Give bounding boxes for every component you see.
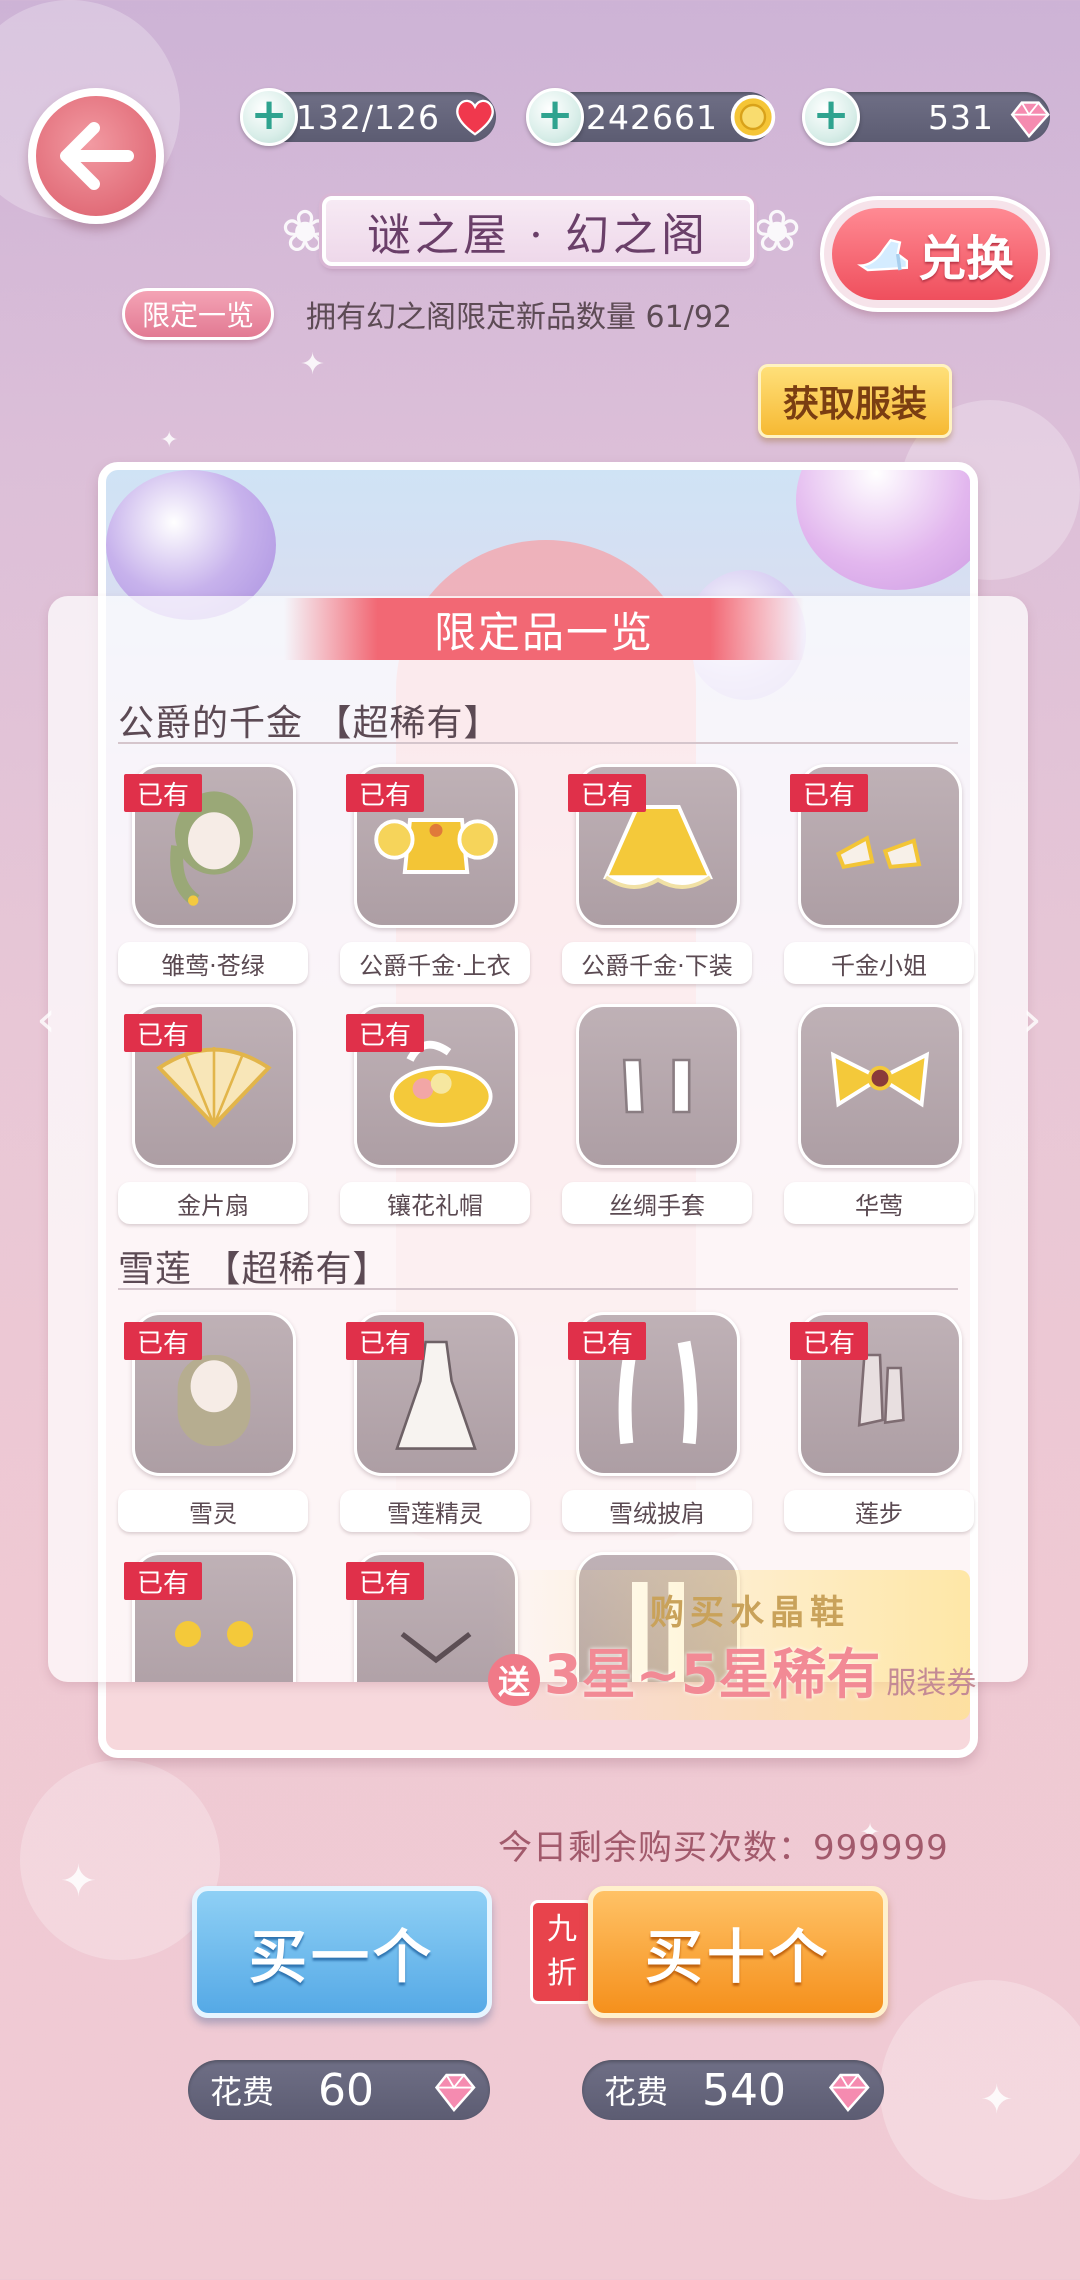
- sparkle-icon: ✦: [980, 2077, 1014, 2123]
- item-slot[interactable]: 已有 公爵千金·上衣: [340, 764, 530, 994]
- item-name: 镶花礼帽: [340, 1182, 530, 1224]
- back-button[interactable]: [28, 88, 164, 224]
- item-slot[interactable]: 已有: [118, 1552, 308, 1682]
- owned-tag: 已有: [346, 774, 424, 812]
- get-clothes-button[interactable]: 获取服装: [758, 364, 952, 438]
- owned-tag: 已有: [124, 1562, 202, 1600]
- item-name: 公爵千金·上衣: [340, 942, 530, 984]
- exchange-button[interactable]: 兑换: [820, 196, 1050, 312]
- item-slot[interactable]: 已有 镶花礼帽: [340, 1004, 530, 1234]
- gold-pill: + 242661: [526, 88, 776, 146]
- arrow-left-icon: [60, 122, 134, 190]
- item-slot[interactable]: 已有 千金小姐: [784, 764, 974, 994]
- item-name: 金片扇: [118, 1182, 308, 1224]
- stamina-value: 132/126: [295, 98, 440, 137]
- chevron-right-icon[interactable]: ›: [1022, 990, 1042, 1048]
- discount-tag: 九 折: [530, 1900, 594, 2004]
- plus-icon: +: [250, 89, 288, 140]
- item-name: 千金小姐: [784, 942, 974, 984]
- owned-tag: 已有: [790, 774, 868, 812]
- divider: [118, 742, 958, 744]
- cost-label: 花费: [604, 2073, 669, 2111]
- chevron-left-icon[interactable]: ‹: [36, 990, 56, 1048]
- page-title: 谜之屋 · 幻之阁: [322, 196, 754, 266]
- item-name: 莲步: [784, 1490, 974, 1532]
- item-name: 公爵千金·下装: [562, 942, 752, 984]
- heart-icon: [448, 90, 502, 144]
- gem-icon: [426, 2062, 482, 2118]
- promo-reward: 送 3星~5星稀有 服装券: [488, 1630, 976, 1709]
- owned-tag: 已有: [568, 1322, 646, 1360]
- add-stamina-button[interactable]: +: [240, 88, 298, 146]
- balloon-decoration: [796, 470, 970, 590]
- item-name: 雪莲精灵: [340, 1490, 530, 1532]
- limited-list-button[interactable]: 限定一览: [122, 288, 274, 340]
- item-slot[interactable]: 已有 雏莺·苍绿: [118, 764, 308, 994]
- sparkle-icon: ✦: [160, 428, 179, 453]
- item-slot[interactable]: 已有 雪绒披肩: [562, 1312, 752, 1542]
- item-name: 华莺: [784, 1182, 974, 1224]
- item-slot[interactable]: 已有 雪莲精灵: [340, 1312, 530, 1542]
- item-name: 丝绸手套: [562, 1182, 752, 1224]
- gem-icon: [1002, 90, 1056, 144]
- owned-tag: 已有: [124, 1014, 202, 1052]
- cost-one-pill: 花费 60: [188, 2060, 490, 2120]
- panel-title: 限定品一览: [284, 598, 804, 660]
- gloves-icon: [576, 1004, 740, 1168]
- sparkle-icon: ✦: [60, 1856, 97, 1907]
- item-slot[interactable]: 已有 公爵千金·下装: [562, 764, 752, 994]
- gem-icon: [820, 2062, 876, 2118]
- buy-one-button[interactable]: 买一个: [192, 1886, 492, 2018]
- item-name: 雪灵: [118, 1490, 308, 1532]
- promo-sub-text: 服装券: [886, 1666, 977, 1701]
- diamond-value: 531: [928, 98, 994, 137]
- coin-icon: [726, 90, 780, 144]
- bow-icon: [798, 1004, 962, 1168]
- exchange-label: 兑换: [917, 231, 1014, 287]
- remaining-purchases-text: 今日剩余购买次数：999999: [498, 1828, 949, 1868]
- item-slot[interactable]: 丝绸手套: [562, 1004, 752, 1234]
- add-diamond-button[interactable]: +: [802, 88, 860, 146]
- discount-text: 折: [547, 1956, 577, 1991]
- divider: [118, 1288, 958, 1290]
- add-gold-button[interactable]: +: [526, 88, 584, 146]
- plus-icon: +: [812, 89, 850, 140]
- owned-tag: 已有: [790, 1322, 868, 1360]
- sparkle-icon: ✦: [300, 347, 326, 382]
- section-title: 雪莲 【超稀有】: [118, 1249, 390, 1290]
- stamina-pill: + 132/126: [240, 88, 496, 146]
- owned-tag: 已有: [124, 1322, 202, 1360]
- item-name: 雪绒披肩: [562, 1490, 752, 1532]
- owned-tag: 已有: [124, 774, 202, 812]
- item-slot[interactable]: 已有 莲步: [784, 1312, 974, 1542]
- promo-main-text: 3星~5星稀有: [544, 1643, 881, 1706]
- item-name: 雏莺·苍绿: [118, 942, 308, 984]
- discount-text: 九: [547, 1912, 577, 1947]
- plus-icon: +: [536, 89, 574, 140]
- cost-ten-value: 540: [702, 2064, 786, 2116]
- item-slot[interactable]: 已有 雪灵: [118, 1312, 308, 1542]
- gold-value: 242661: [586, 98, 718, 137]
- owned-tag: 已有: [568, 774, 646, 812]
- item-slot[interactable]: 华莺: [784, 1004, 974, 1234]
- owned-tag: 已有: [346, 1322, 424, 1360]
- owned-count-text: 拥有幻之阁限定新品数量 61/92: [306, 300, 732, 335]
- cost-one-value: 60: [318, 2064, 374, 2116]
- bokeh-decoration: [20, 1760, 220, 1960]
- owned-tag: 已有: [346, 1562, 424, 1600]
- item-slot[interactable]: 已有 金片扇: [118, 1004, 308, 1234]
- owned-tag: 已有: [346, 1014, 424, 1052]
- section-title: 公爵的千金 【超稀有】: [118, 703, 501, 744]
- buy-ten-button[interactable]: 买十个: [588, 1886, 888, 2018]
- crystal-shoe-icon: [857, 238, 908, 272]
- cost-label: 花费: [210, 2073, 275, 2111]
- limited-items-panel: 限定品一览 公爵的千金 【超稀有】 已有 雏莺·苍绿 已有 公爵千金·上衣 已有…: [48, 596, 1028, 1682]
- diamond-pill: + 531: [802, 88, 1050, 146]
- promo-text: 购买水晶鞋: [650, 1593, 850, 1633]
- promo-send-badge: 送: [488, 1654, 540, 1706]
- cost-ten-pill: 花费 540: [582, 2060, 884, 2120]
